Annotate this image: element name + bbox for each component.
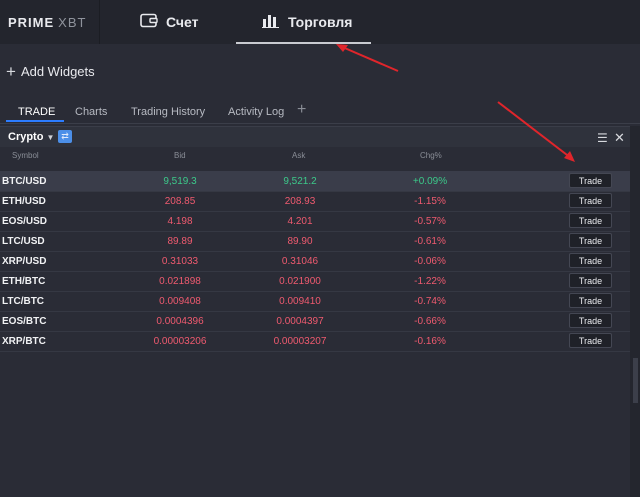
page-scrollbar[interactable] [630,126,640,497]
chg-cell: -0.61% [414,236,446,247]
chg-cell: -0.16% [414,336,446,347]
bid-cell: 0.009408 [159,296,201,307]
tab-activity-log[interactable]: Activity Log [228,106,284,118]
symbol-cell: ETH/BTC [2,276,46,287]
tab-trading-history[interactable]: Trading History [131,106,205,118]
bar-chart-icon [262,13,280,31]
table-row[interactable]: ETH/USD 208.85 208.93 -1.15% Trade [0,191,630,212]
market-select-label: Crypto [8,131,44,143]
table-row[interactable]: LTC/USD 89.89 89.90 -0.61% Trade [0,231,630,252]
ask-cell: 89.90 [287,236,313,247]
widget-header: Crypto ▼ ⇄ ☰ ✕ [0,126,630,147]
trade-button[interactable]: Trade [569,333,612,348]
chg-cell: -0.57% [414,216,446,227]
trade-widget: Crypto ▼ ⇄ ☰ ✕ Symbol Bid Ask Chg% BTC/US… [0,126,630,352]
bid-cell: 0.021898 [159,276,201,287]
trade-button[interactable]: Trade [569,173,612,188]
table-row[interactable]: LTC/BTC 0.009408 0.009410 -0.74% Trade [0,291,630,312]
chg-cell: +0.09% [412,176,448,187]
symbol-cell: EOS/USD [2,216,48,227]
close-icon[interactable]: ✕ [614,130,625,146]
plus-icon: + [6,61,16,81]
table-row[interactable]: ETH/BTC 0.021898 0.021900 -1.22% Trade [0,271,630,292]
symbol-cell: LTC/USD [2,236,45,247]
ask-cell: 208.93 [284,196,316,207]
logo-light: XBT [58,14,87,30]
top-nav: PRIME XBT Счет Торговля [0,0,640,44]
col-bid: Bid [174,151,186,160]
col-ask: Ask [292,151,306,160]
symbol-cell: LTC/BTC [2,296,45,307]
trade-button[interactable]: Trade [569,213,612,228]
add-widgets-button[interactable]: + Add Widgets [6,61,95,81]
chg-cell: -0.66% [414,316,446,327]
symbol-cell: XRP/USD [2,256,47,267]
ask-cell: 0.31046 [281,256,319,267]
symbol-cell: XRP/BTC [2,336,46,347]
symbol-cell: ETH/USD [2,196,46,207]
widget-tabs: TRADE Charts Trading History Activity Lo… [0,101,640,124]
table-row[interactable]: BTC/USD 9,519.3 9,521.2 +0.09% Trade [0,171,630,192]
trade-button[interactable]: Trade [569,293,612,308]
chg-cell: -0.06% [414,256,446,267]
trade-button[interactable]: Trade [569,273,612,288]
ask-cell: 0.009410 [279,296,321,307]
chg-cell: -0.74% [414,296,446,307]
ask-cell: 0.021900 [279,276,321,287]
nav-active-indicator [236,42,371,44]
trade-button[interactable]: Trade [569,233,612,248]
bid-cell: 9,519.3 [163,176,197,187]
trade-button[interactable]: Trade [569,253,612,268]
caret-down-icon: ▼ [46,133,55,142]
add-tab-icon[interactable]: + [297,101,306,119]
wallet-icon [140,13,158,31]
ask-cell: 0.00003207 [273,336,327,347]
table-row[interactable]: EOS/USD 4.198 4.201 -0.57% Trade [0,211,630,232]
ask-cell: 4.201 [287,216,313,227]
table-row[interactable]: XRP/BTC 0.00003206 0.00003207 -0.16% Trade [0,331,630,352]
symbol-cell: EOS/BTC [2,316,47,327]
symbol-cell: BTC/USD [2,176,47,187]
nav-trading[interactable]: Торговля [262,0,352,44]
table-row[interactable]: XRP/USD 0.31033 0.31046 -0.06% Trade [0,251,630,272]
add-widgets-label: Add Widgets [20,64,95,79]
tab-active-indicator [6,120,64,122]
bid-cell: 208.85 [164,196,196,207]
bid-cell: 4.198 [167,216,193,227]
trade-button[interactable]: Trade [569,313,612,328]
market-select[interactable]: Crypto ▼ [8,131,54,143]
bid-cell: 0.31033 [161,256,199,267]
table-row[interactable]: EOS/BTC 0.0004396 0.0004397 -0.66% Trade [0,311,630,332]
ask-cell: 9,521.2 [283,176,317,187]
page-scrollbar-thumb[interactable] [633,358,638,403]
nav-trading-label: Торговля [288,14,353,30]
tab-trade[interactable]: TRADE [18,106,55,118]
bid-cell: 0.00003206 [153,336,207,347]
bid-cell: 89.89 [167,236,193,247]
col-symbol: Symbol [12,151,39,160]
logo-bold: PRIME [8,14,55,30]
widget-link-icon[interactable]: ⇄ [58,130,72,143]
nav-account-label: Счет [166,14,199,30]
col-chg: Chg% [420,151,442,160]
chg-cell: -1.15% [414,196,446,207]
list-menu-icon[interactable]: ☰ [597,131,608,145]
nav-account[interactable]: Счет [140,0,199,44]
annotation-arrow-nav [336,44,399,72]
ask-cell: 0.0004397 [276,316,324,327]
chg-cell: -1.22% [414,276,446,287]
trade-button[interactable]: Trade [569,193,612,208]
bid-cell: 0.0004396 [156,316,204,327]
tab-charts[interactable]: Charts [75,106,107,118]
logo[interactable]: PRIME XBT [0,0,100,44]
